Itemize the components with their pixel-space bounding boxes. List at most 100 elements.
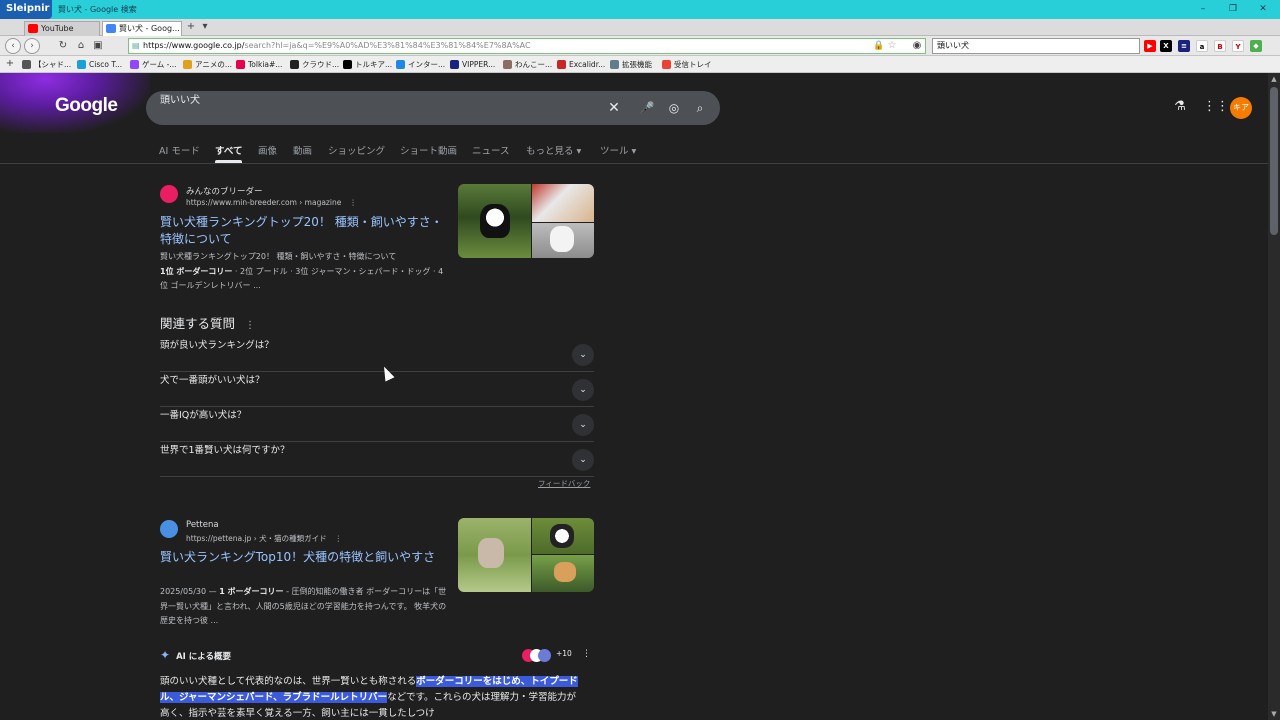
bookmark-item[interactable]: アニメの...	[183, 58, 232, 71]
chevron-down-icon[interactable]: ⌄	[572, 414, 594, 436]
site-favicon-icon	[160, 520, 178, 538]
bookmark-favicon-icon	[77, 60, 86, 69]
more-options-icon[interactable]: ⋮	[335, 534, 343, 543]
feedback-link[interactable]: フィードバック	[538, 478, 590, 489]
minimize-button[interactable]: –	[1188, 0, 1218, 19]
add-bookmark-icon[interactable]: +	[3, 57, 17, 71]
tab-short-videos[interactable]: ショート動画	[400, 143, 457, 157]
site-name[interactable]: Pettena	[186, 520, 219, 530]
bookmark-item[interactable]: トルキア...	[343, 58, 392, 71]
site-url[interactable]: https://www.min-breeder.com › magazine ⋮	[186, 198, 357, 207]
tab-ai-mode[interactable]: AI モード	[159, 143, 200, 157]
chevron-down-icon[interactable]: ⌄	[572, 344, 594, 366]
result-thumbnail[interactable]	[458, 184, 594, 258]
paa-question-text: 世界で1番賢い犬は何ですか？	[160, 445, 290, 456]
star-icon[interactable]: ☆	[885, 39, 899, 53]
app-logo[interactable]: Sleipnir	[0, 0, 52, 19]
search-input[interactable]: 頭いい犬	[160, 91, 200, 106]
bookmark-item[interactable]: わんこー...	[503, 58, 552, 71]
tab-more[interactable]: もっと見る ▾	[526, 143, 581, 157]
search-engine-icon[interactable]: ◉	[910, 39, 924, 53]
paa-question[interactable]: 一番IQが高い犬は？ ⌄	[160, 407, 594, 442]
ai-overview-heading: ✦ AI による概要	[160, 648, 231, 662]
snippet-text: 賢い犬種ランキングトップ20！ 種類・飼いやすさ・特徴について	[160, 252, 397, 261]
reload-icon[interactable]: ↻	[56, 39, 70, 53]
bookmark-item[interactable]: Tolkia#...	[236, 58, 282, 71]
scroll-down-icon[interactable]: ▼	[1268, 708, 1280, 720]
yahoo-icon[interactable]: Y	[1232, 40, 1244, 52]
page-scrollbar[interactable]: ▲ ▼	[1268, 73, 1280, 720]
bookmark-item[interactable]: 【シャド...	[22, 58, 71, 71]
browser-search-input[interactable]: 頭いい犬	[932, 38, 1140, 54]
bookmark-item[interactable]: 受信トレイ	[662, 58, 712, 71]
result-thumbnail[interactable]	[458, 518, 594, 592]
bookmark-label: Cisco T...	[89, 60, 123, 69]
search-icon[interactable]: ⌕	[692, 100, 708, 116]
chevron-down-icon[interactable]: ⌄	[572, 449, 594, 471]
site-url-text: https://pettena.jp › 犬・猫の種類ガイド	[186, 534, 327, 543]
source-count: +10	[556, 649, 572, 658]
google-logo[interactable]: Google	[55, 95, 118, 117]
paa-question[interactable]: 世界で1番賢い犬は何ですか？ ⌄	[160, 442, 594, 477]
tab-news[interactable]: ニュース	[472, 143, 510, 157]
paa-question[interactable]: 頭が良い犬ランキングは？ ⌄	[160, 337, 594, 372]
result-title-link[interactable]: 賢い犬種ランキングトップ20！ 種類・飼いやすさ・特徴について	[160, 214, 450, 248]
site-name[interactable]: みんなのブリーダー	[186, 185, 263, 197]
search-tabs: AI モード すべて 画像 動画 ショッピング ショート動画 ニュース もっと見…	[0, 139, 1268, 164]
amazon-icon[interactable]: a	[1196, 40, 1208, 52]
bookmark-icon[interactable]: ≡	[1178, 40, 1190, 52]
scrollbar-thumb[interactable]	[1270, 87, 1278, 235]
maximize-button[interactable]: ❐	[1218, 0, 1248, 19]
youtube-icon[interactable]: ▶	[1144, 40, 1156, 52]
tab-tools[interactable]: ツール ▾	[600, 143, 636, 157]
ai-sources[interactable]: +10 ⋮	[522, 649, 592, 663]
bookmark-item[interactable]: Cisco T...	[77, 58, 122, 71]
result-title-link[interactable]: 賢い犬ランキングTop10！犬種の特徴と飼いやすさ	[160, 549, 450, 566]
tab-videos[interactable]: 動画	[293, 143, 312, 157]
back-button[interactable]: ‹	[5, 38, 21, 54]
tab-all[interactable]: すべて	[215, 143, 243, 163]
apps-grid-icon[interactable]: ⋮⋮	[1203, 99, 1229, 115]
tab-shopping[interactable]: ショッピング	[328, 143, 385, 157]
search-box[interactable]: 頭いい犬 ✕ 🎤 ◎ ⌕	[146, 91, 720, 125]
microphone-icon[interactable]: 🎤	[639, 100, 655, 116]
bookmark-label: わんこー...	[515, 60, 553, 69]
extension-icon[interactable]: ◆	[1250, 40, 1262, 52]
close-button[interactable]: ✕	[1248, 0, 1278, 19]
tab-youtube[interactable]: YouTube	[24, 21, 100, 36]
tab-google-search[interactable]: 賢い犬 - Goog...	[102, 21, 182, 36]
bookmark-item[interactable]: クラウド...	[290, 58, 339, 71]
sparkle-icon: ✦	[160, 648, 171, 662]
tab-images[interactable]: 画像	[258, 143, 277, 157]
paa-question-text: 頭が良い犬ランキングは？	[160, 340, 274, 351]
bookmark-label: トルキア...	[355, 60, 393, 69]
hatena-icon[interactable]: B	[1214, 40, 1226, 52]
bookmark-item[interactable]: ゲーム -...	[130, 58, 177, 71]
bookmark-item[interactable]: Excalidr...	[557, 58, 605, 71]
paa-question[interactable]: 犬で一番頭がいい犬は？ ⌄	[160, 372, 594, 407]
more-options-icon[interactable]: ⋮	[349, 198, 357, 207]
camera-search-icon[interactable]: ◎	[666, 100, 682, 116]
bookmark-item[interactable]: 拡張機能	[610, 58, 652, 71]
home-icon[interactable]: ⌂	[74, 39, 88, 53]
bookmark-label: Excalidr...	[569, 60, 606, 69]
address-bar[interactable]: ▤ https://www.google.co.jp/search?hl=ja&…	[128, 38, 926, 54]
bookmark-label: ゲーム -...	[142, 60, 177, 69]
avatar[interactable]: キア	[1230, 97, 1252, 119]
clear-icon[interactable]: ✕	[606, 100, 622, 116]
bookmark-item[interactable]: VIPPER...	[450, 58, 495, 71]
new-tab-button[interactable]: +	[184, 20, 198, 34]
paa-question-text: 一番IQが高い犬は？	[160, 410, 247, 421]
forward-button[interactable]: ›	[24, 38, 40, 54]
page-icon[interactable]: ▣	[91, 39, 105, 53]
bookmark-item[interactable]: インター...	[396, 58, 445, 71]
labs-flask-icon[interactable]: ⚗	[1172, 99, 1188, 115]
scroll-up-icon[interactable]: ▲	[1268, 73, 1280, 85]
x-icon[interactable]: X	[1160, 40, 1172, 52]
tab-list-chevron-icon[interactable]: ▾	[198, 20, 212, 34]
chevron-down-icon[interactable]: ⌄	[572, 379, 594, 401]
more-options-icon[interactable]: ⋮	[582, 649, 591, 659]
site-url[interactable]: https://pettena.jp › 犬・猫の種類ガイド ⋮	[186, 533, 342, 544]
bookmarks-bar: + 【シャド... Cisco T... ゲーム -... アニメの... To…	[0, 56, 1280, 73]
more-options-icon[interactable]: ⋮	[245, 320, 255, 331]
